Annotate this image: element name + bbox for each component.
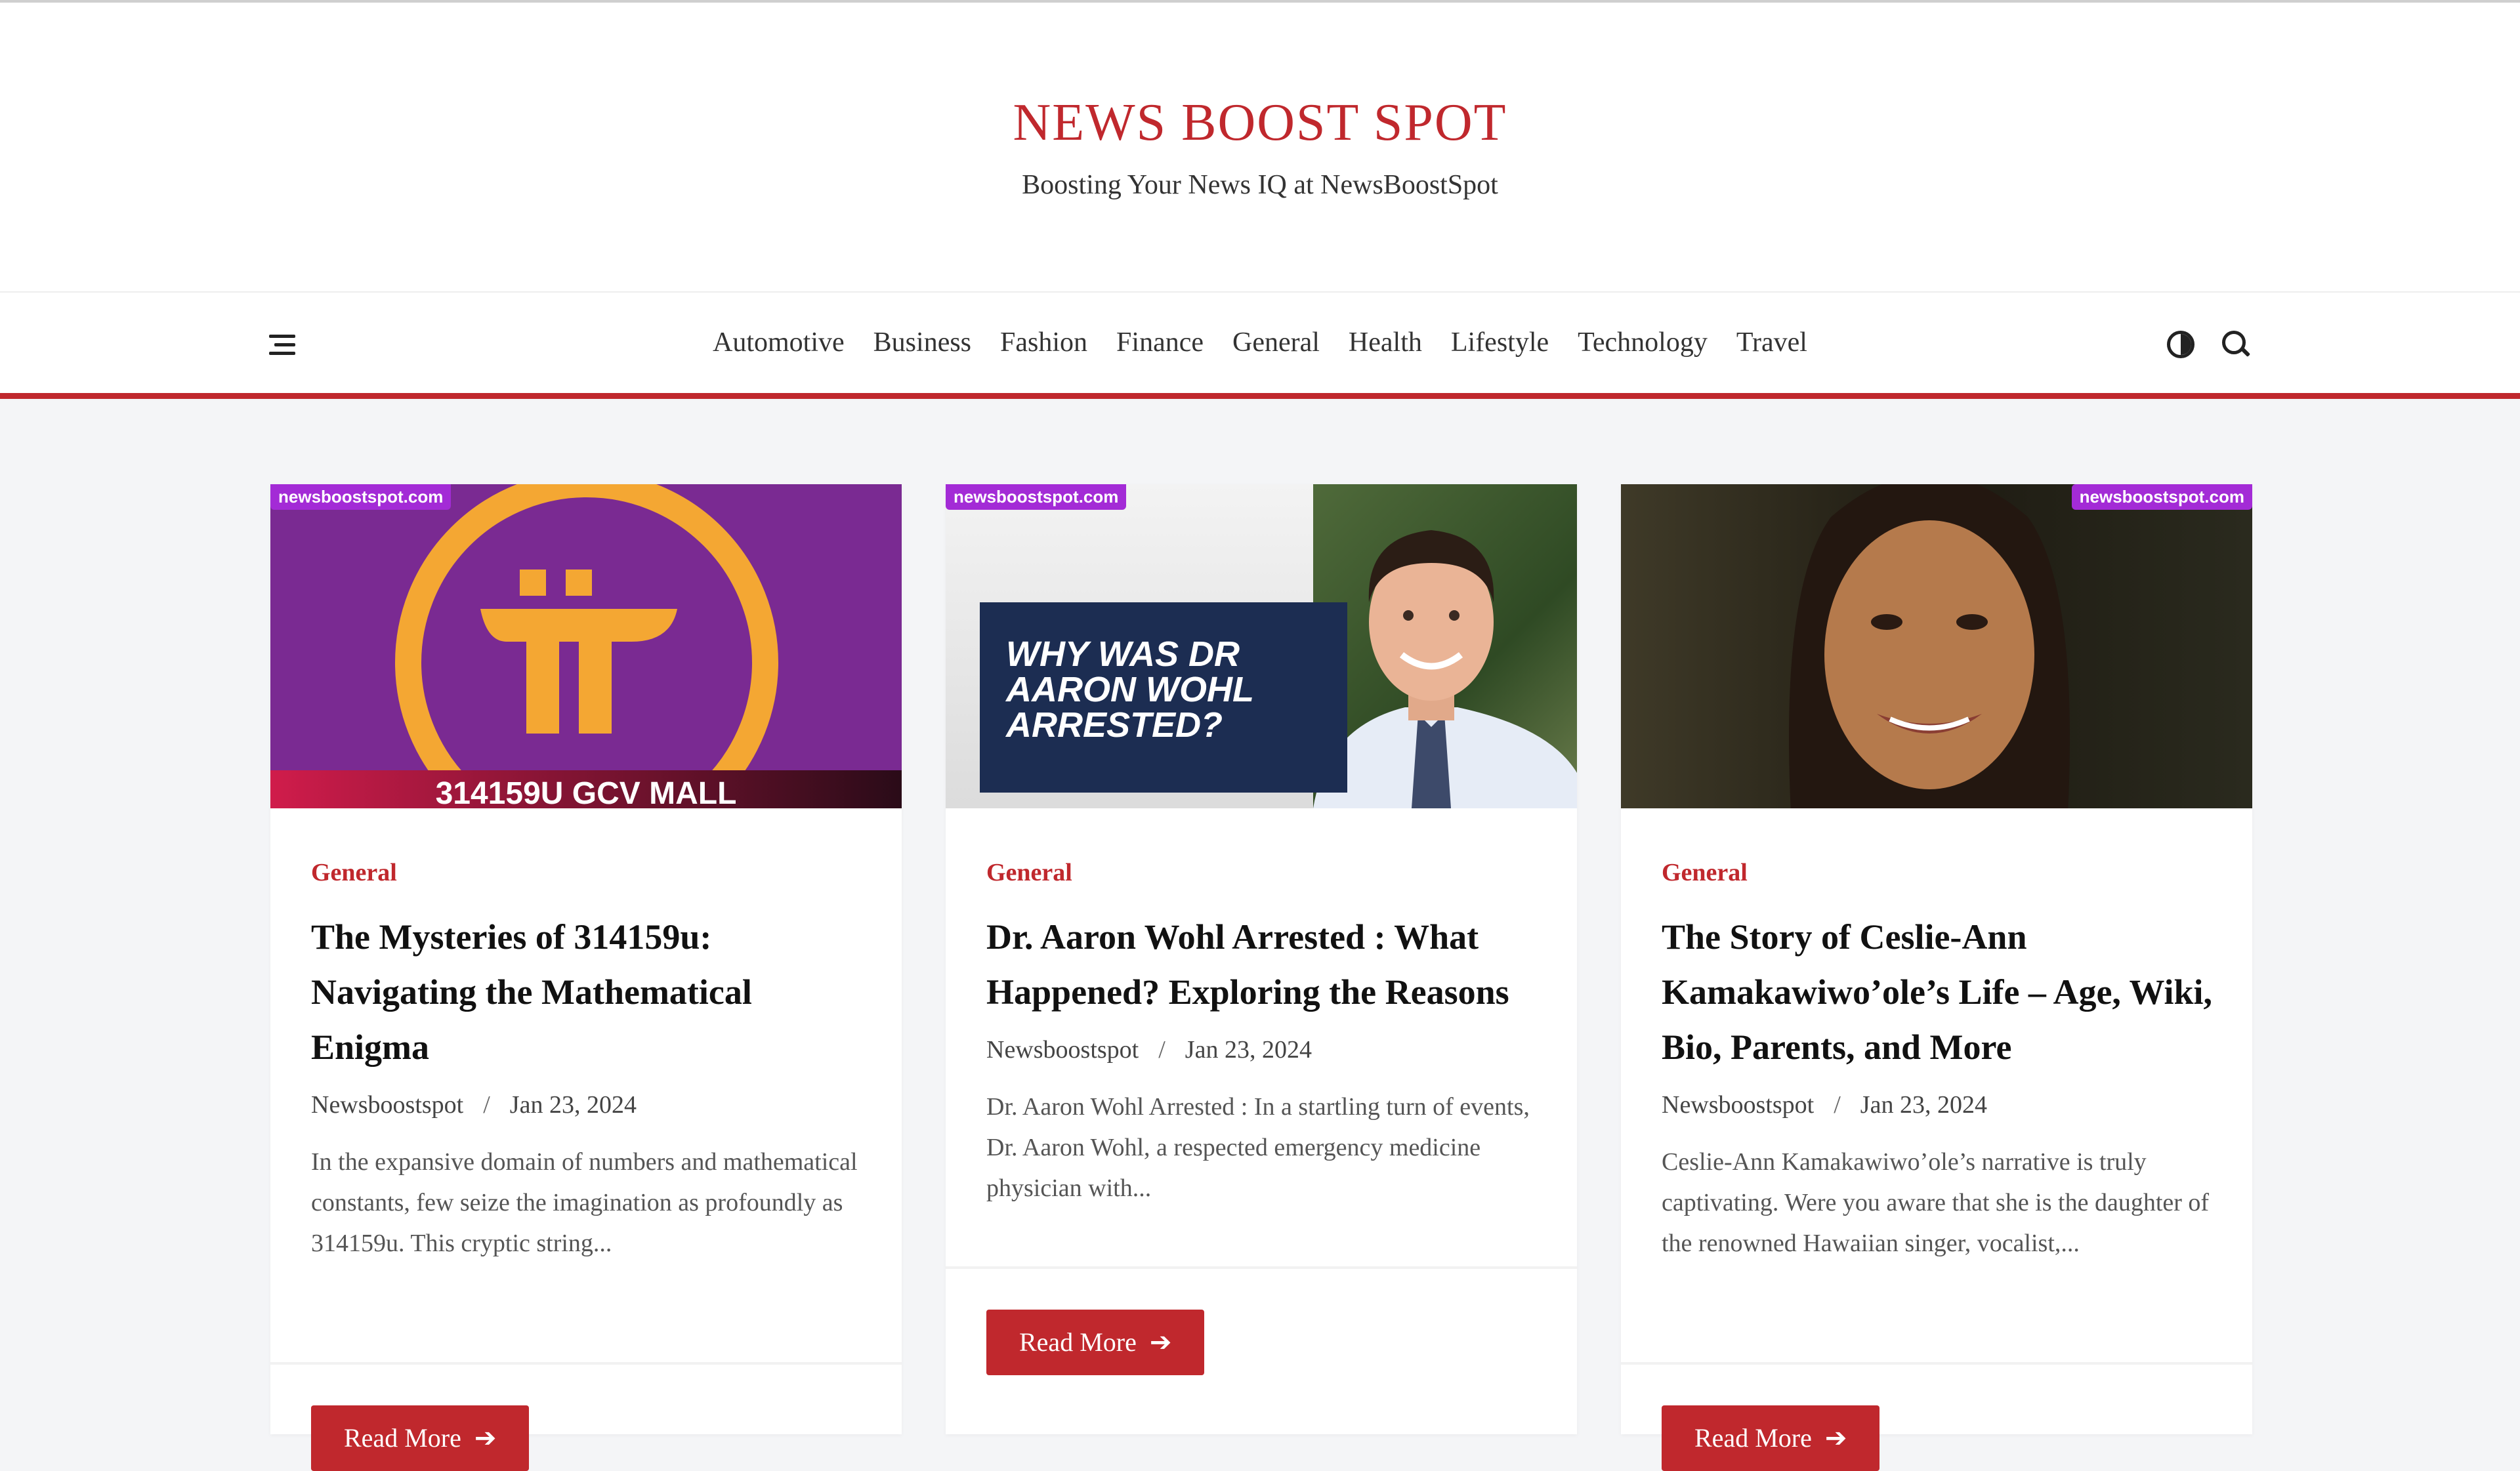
image-caption: WHY WAS DR AARON WOHL ARRESTED? (1006, 634, 1253, 745)
portrait-image (1789, 484, 2070, 808)
headline-overlay: WHY WAS DR AARON WOHL ARRESTED? (980, 602, 1347, 793)
arrow-right-icon: ➔ (474, 1423, 497, 1453)
post-title[interactable]: Dr. Aaron Wohl Arrested : What Happened?… (986, 909, 1544, 1020)
post-meta: Newsboostspot / Jan 23, 2024 (311, 1090, 869, 1119)
post-card: WHY WAS DR AARON WOHL ARRESTED? newsboos… (946, 484, 1577, 1434)
post-title[interactable]: The Mysteries of 314159u: Navigating the… (311, 909, 869, 1075)
arrow-right-icon: ➔ (1824, 1423, 1847, 1453)
post-date: Jan 23, 2024 (509, 1091, 637, 1119)
card-divider (946, 1266, 1577, 1269)
site-header: NEWS BOOST SPOT Boosting Your News IQ at… (0, 0, 2520, 291)
arrow-right-icon: ➔ (1149, 1327, 1172, 1357)
post-date: Jan 23, 2024 (1860, 1091, 1987, 1119)
post-body: General The Story of Ceslie-Ann Kamakawi… (1662, 858, 2219, 1264)
post-body: General The Mysteries of 314159u: Naviga… (311, 858, 869, 1264)
nav-item-technology[interactable]: Technology (1578, 327, 1708, 358)
nav-item-finance[interactable]: Finance (1116, 327, 1204, 358)
read-more-label: Read More (344, 1423, 461, 1453)
post-category[interactable]: General (1662, 858, 2219, 887)
post-meta: Newsboostspot / Jan 23, 2024 (1662, 1090, 2219, 1119)
search-icon[interactable] (2222, 331, 2251, 360)
post-card: 314159U GCV MALL newsboostspot.com Gener… (270, 484, 902, 1471)
read-more-button[interactable]: Read More ➔ (311, 1405, 530, 1471)
source-badge: newsboostspot.com (946, 484, 1127, 510)
source-badge: newsboostspot.com (270, 484, 452, 510)
nav-item-health[interactable]: Health (1349, 327, 1422, 358)
post-thumbnail[interactable]: newsboostspot.com (1621, 484, 2252, 808)
read-more-button[interactable]: Read More ➔ (986, 1310, 1205, 1375)
pi-logo-icon (480, 570, 677, 734)
nav-menu: Automotive Business Fashion Finance Gene… (0, 327, 2520, 358)
read-more-label: Read More (1019, 1327, 1137, 1357)
main-navigation: Automotive Business Fashion Finance Gene… (0, 291, 2520, 399)
read-more-button[interactable]: Read More ➔ (1662, 1405, 1880, 1471)
post-excerpt: In the expansive domain of numbers and m… (311, 1148, 858, 1257)
post-author[interactable]: Newsboostspot (986, 1035, 1139, 1064)
post-category[interactable]: General (986, 858, 1544, 887)
site-title[interactable]: NEWS BOOST SPOT (0, 93, 2520, 153)
post-date: Jan 23, 2024 (1185, 1036, 1312, 1064)
post-thumbnail[interactable]: 314159U GCV MALL newsboostspot.com (270, 484, 902, 808)
post-excerpt: Ceslie-Ann Kamakawiwo’ole’s narrative is… (1662, 1148, 2210, 1257)
nav-item-automotive[interactable]: Automotive (713, 327, 845, 358)
nav-item-travel[interactable]: Travel (1736, 327, 1807, 358)
post-meta: Newsboostspot / Jan 23, 2024 (986, 1035, 1544, 1064)
source-badge: newsboostspot.com (2071, 484, 2252, 510)
post-thumbnail[interactable]: WHY WAS DR AARON WOHL ARRESTED? newsboos… (946, 484, 1577, 808)
read-more-label: Read More (1694, 1423, 1812, 1453)
meta-separator: / (1158, 1036, 1166, 1064)
post-title[interactable]: The Story of Ceslie-Ann Kamakawiwo’ole’s… (1662, 909, 2219, 1075)
post-excerpt: Dr. Aaron Wohl Arrested : In a startling… (986, 1093, 1530, 1202)
site-tagline: Boosting Your News IQ at NewsBoostSpot (1022, 170, 1498, 200)
post-category[interactable]: General (311, 858, 869, 887)
nav-item-general[interactable]: General (1232, 327, 1320, 358)
meta-separator: / (1834, 1091, 1841, 1119)
meta-separator: / (483, 1091, 490, 1119)
nav-item-fashion[interactable]: Fashion (1000, 327, 1087, 358)
image-caption: 314159U GCV MALL (270, 770, 902, 808)
post-card: newsboostspot.com General The Story of C… (1621, 484, 2252, 1471)
post-author[interactable]: Newsboostspot (1662, 1090, 1814, 1119)
post-author[interactable]: Newsboostspot (311, 1090, 463, 1119)
card-divider (1621, 1362, 2252, 1365)
dark-mode-toggle-icon[interactable] (2167, 331, 2194, 358)
nav-item-lifestyle[interactable]: Lifestyle (1451, 327, 1549, 358)
card-divider (270, 1362, 902, 1365)
post-body: General Dr. Aaron Wohl Arrested : What H… (986, 858, 1544, 1209)
nav-item-business[interactable]: Business (873, 327, 971, 358)
